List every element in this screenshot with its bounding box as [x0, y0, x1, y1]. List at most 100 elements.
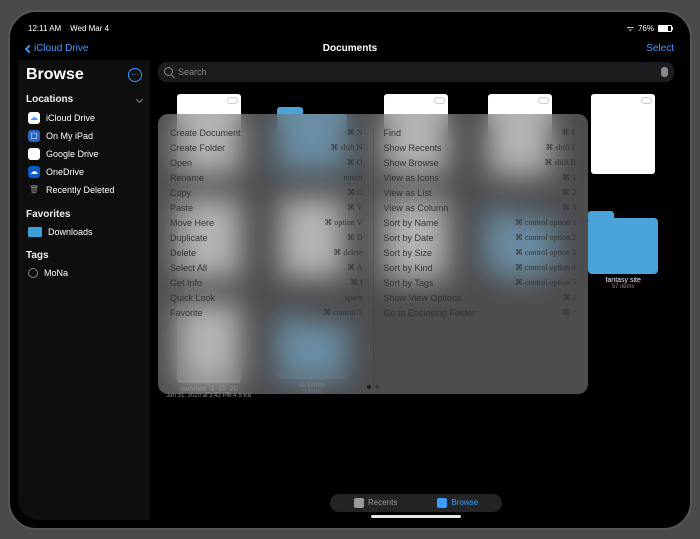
shortcut-row: Go to Enclosing Folder⌘ ↑: [384, 308, 577, 318]
shortcut-key: ⌘ control option 3: [515, 248, 576, 257]
tab-recents[interactable]: Recents: [354, 498, 397, 508]
shortcut-key: ⌘ C: [347, 188, 362, 197]
shortcut-row: View as Column ⌘ 3: [384, 203, 577, 213]
shortcut-label: Paste: [170, 203, 193, 213]
shortcut-label: Move Here: [170, 218, 214, 228]
favorites-header[interactable]: Favorites: [26, 209, 142, 220]
cloud-download-icon: [538, 97, 549, 104]
shortcut-key: ⌘ N: [347, 128, 363, 137]
shortcut-key: ⌘ D: [347, 233, 363, 242]
sidebar-item-downloads[interactable]: Downloads: [26, 224, 142, 240]
shortcut-label: Sort by Size: [384, 248, 433, 258]
top-nav: iCloud Drive Documents Select: [18, 38, 682, 60]
shortcut-label: Show Recents: [384, 143, 442, 153]
select-button[interactable]: Select: [646, 43, 674, 54]
chevron-left-icon: [25, 44, 33, 52]
shortcut-row: Open⌘ O: [170, 158, 363, 168]
shortcut-row: Sort by Tags⌘ control option 5: [384, 278, 577, 288]
shortcut-row: Quick Look space: [170, 293, 363, 303]
battery-pct: 76%: [638, 24, 654, 33]
shortcut-key: ⌘ delete: [333, 248, 362, 257]
status-time: 12:11 AM: [28, 24, 61, 33]
cloud-download-icon: [227, 97, 238, 104]
document-thumb: [591, 94, 655, 174]
shortcut-row: View as List⌘ 2: [384, 188, 577, 198]
file-item[interactable]: [574, 94, 672, 191]
cloud-download-icon: [641, 97, 652, 104]
mic-icon[interactable]: [661, 67, 668, 77]
shortcut-label: View as Column: [384, 203, 449, 213]
shortcut-key: return: [343, 173, 362, 182]
locations-header[interactable]: Locations: [26, 94, 142, 105]
search-icon: [164, 67, 173, 76]
file-meta: 57 items: [612, 284, 635, 291]
shortcut-row: Duplicate ⌘ D: [170, 233, 363, 243]
shortcut-label: Sort by Date: [384, 233, 434, 243]
shortcut-label: Favorite: [170, 308, 203, 318]
shortcut-label: Duplicate: [170, 233, 208, 243]
shortcut-label: Quick Look: [170, 293, 215, 303]
ipad-frame: 12:11 AM Wed Mar 4 ᯤ 76% iCloud Drive Do…: [8, 10, 692, 530]
sidebar-item-icloud[interactable]: ☁iCloud Drive: [26, 109, 142, 127]
search-placeholder: Search: [178, 67, 656, 77]
tag-icon: [28, 268, 38, 278]
shortcut-row: Show View Options⌘ J: [384, 293, 577, 303]
sidebar-item-recently-deleted[interactable]: 🗑Recently Deleted: [26, 181, 142, 199]
shortcut-label: View as Icons: [384, 173, 439, 183]
home-indicator[interactable]: [371, 515, 461, 518]
shortcut-row: Get Info⌘ I: [170, 278, 363, 288]
folder-icon: [28, 227, 42, 237]
shortcut-row: Delete⌘ delete: [170, 248, 363, 258]
shortcut-label: Show Browse: [384, 158, 439, 168]
shortcut-row: Rename return: [170, 173, 363, 183]
status-bar: 12:11 AM Wed Mar 4 ᯤ 76%: [18, 20, 682, 38]
search-input[interactable]: Search: [158, 62, 674, 82]
shortcut-row: Show Browse ⌘ shift B: [384, 158, 577, 168]
tags-header[interactable]: Tags: [26, 250, 142, 261]
shortcut-key: ⌘ V: [347, 203, 363, 212]
file-item[interactable]: fantasy site57 items: [574, 198, 672, 295]
shortcut-label: Sort by Name: [384, 218, 439, 228]
shortcut-row: Sort by Size ⌘ control option 3: [384, 248, 577, 258]
sidebar-item-gdrive[interactable]: △Google Drive: [26, 145, 142, 163]
pager-dots: [367, 385, 379, 389]
sidebar-item-tag-mona[interactable]: MoNa: [26, 265, 142, 281]
back-button[interactable]: iCloud Drive: [26, 43, 88, 54]
shortcut-row: Sort by Name ⌘ control option 1: [384, 218, 577, 228]
shortcut-key: ⌘ A: [347, 263, 362, 272]
shortcut-key: ⌘ shift B: [544, 158, 576, 167]
shortcut-row: Move Here ⌘ option V: [170, 218, 363, 228]
sidebar-item-onmyipad[interactable]: ▢On My iPad: [26, 127, 142, 145]
shortcut-row: Sort by Kind⌘ control option 4: [384, 263, 577, 273]
page-title: Documents: [323, 43, 377, 54]
shortcut-label: Rename: [170, 173, 204, 183]
tab-browse[interactable]: Browse: [437, 498, 478, 508]
shortcut-label: Copy: [170, 188, 191, 198]
shortcut-key: ⌘ option V: [324, 218, 362, 227]
shortcut-key: ⌘ I: [350, 278, 363, 287]
shortcut-row: Favorite ⌘ control T: [170, 308, 363, 318]
shortcut-key: space: [345, 293, 363, 302]
shortcut-row: Find⌘ F: [384, 128, 577, 138]
shortcut-row: Copy ⌘ C: [170, 188, 363, 198]
shortcut-label: Show View Options: [384, 293, 462, 303]
bottom-tabs: Recents Browse: [330, 494, 502, 512]
more-icon[interactable]: ⋯: [128, 68, 142, 82]
shortcut-row: Create Document⌘ N: [170, 128, 363, 138]
shortcut-key: ⌘ 3: [562, 203, 576, 212]
shortcut-label: View as List: [384, 188, 432, 198]
shortcut-row: Sort by Date⌘ control option 2: [384, 233, 577, 243]
shortcut-label: Select All: [170, 263, 207, 273]
trash-icon: 🗑: [28, 184, 40, 196]
shortcut-key: ⌘ shift F: [545, 143, 576, 152]
gdrive-icon: △: [28, 148, 40, 160]
file-name: fantasy site: [605, 277, 640, 284]
shortcut-key: ⌘ O: [347, 158, 363, 167]
clock-icon: [354, 498, 364, 508]
shortcut-key: ⌘ control T: [323, 308, 362, 317]
shortcut-row: Select All ⌘ A: [170, 263, 363, 273]
shortcut-key: ⌘ control option 1: [515, 218, 576, 227]
shortcut-label: Find: [384, 128, 402, 138]
shortcut-label: Sort by Kind: [384, 263, 433, 273]
sidebar-item-onedrive[interactable]: ☁OneDrive: [26, 163, 142, 181]
